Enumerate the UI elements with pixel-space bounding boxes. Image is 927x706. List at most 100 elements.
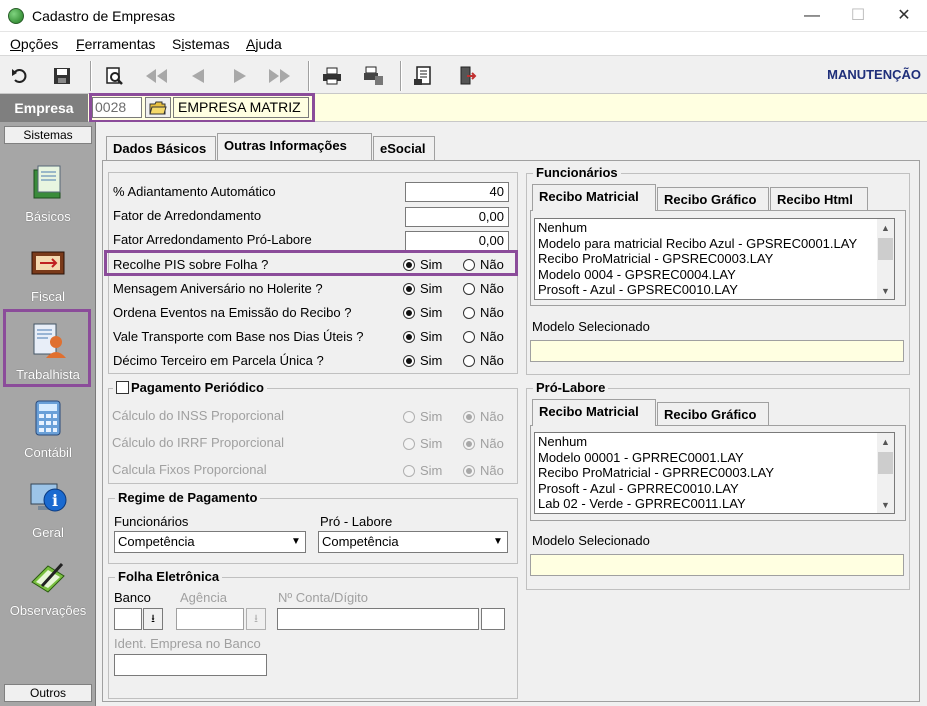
- tab-func-recibo-grafico[interactable]: Recibo Gráfico: [657, 187, 769, 211]
- trabalhista-icon: [33, 323, 66, 358]
- undo-icon[interactable]: [6, 62, 34, 90]
- radio-nao[interactable]: Não: [463, 257, 504, 272]
- list-item[interactable]: Prosoft - Azul - GPRREC0010.LAY: [538, 481, 739, 496]
- prolabore-layout-list[interactable]: Nenhum Modelo 00001 - GPRREC0001.LAY Recib…: [534, 432, 895, 514]
- sidebar-header-outros[interactable]: Outros: [4, 684, 92, 702]
- arredondamento-field[interactable]: 0,00: [405, 207, 509, 227]
- radio-sim[interactable]: Sim: [403, 281, 442, 296]
- save-icon[interactable]: [48, 62, 76, 90]
- list-item[interactable]: Nenhum: [538, 220, 587, 235]
- sidebar-item-contabil[interactable]: Contábil: [0, 394, 96, 470]
- menu-ferramentas[interactable]: Ferramentas: [76, 36, 155, 52]
- menu-sistemas[interactable]: Sistemas: [172, 36, 230, 52]
- list-item[interactable]: Recibo ProMatricial - GPSREC0003.LAY: [538, 251, 773, 266]
- radio-label: Sim: [420, 436, 443, 451]
- maximize-button[interactable]: ☐: [835, 0, 881, 32]
- radio-nao[interactable]: Não: [463, 305, 504, 320]
- list-item[interactable]: Prosoft - Azul - GPSREC0010.LAY: [538, 282, 738, 297]
- radio-label: Sim: [420, 257, 443, 272]
- radio-sim[interactable]: Sim: [403, 257, 442, 272]
- chevron-up-icon[interactable]: ▲: [877, 219, 894, 236]
- radio-nao[interactable]: Não: [463, 409, 504, 424]
- fiscal-icon: [31, 251, 65, 275]
- radio-nao[interactable]: Não: [463, 353, 504, 368]
- sidebar-item-observacoes[interactable]: Observações: [0, 552, 96, 628]
- conta-field[interactable]: [277, 608, 479, 630]
- ident-empresa-field[interactable]: [114, 654, 267, 676]
- sidebar-item-trabalhista[interactable]: Trabalhista: [0, 316, 96, 392]
- radio-sim[interactable]: Sim: [403, 305, 442, 320]
- print-icon[interactable]: [318, 62, 346, 90]
- tab-pl-recibo-matricial[interactable]: Recibo Matricial: [532, 399, 656, 426]
- chevron-down-icon[interactable]: ▼: [877, 282, 894, 299]
- regime-prolabore-select[interactable]: Competência ▼: [318, 531, 508, 553]
- arredondamento-label: Fator de Arredondamento: [113, 208, 262, 223]
- preview-icon[interactable]: [100, 62, 128, 90]
- list-item[interactable]: Lab 02 - Verde - GPRREC0011.LAY: [538, 496, 746, 511]
- last-icon: [266, 62, 294, 90]
- banco-lookup-button[interactable]: ⭳: [143, 608, 163, 630]
- empresa-label: Empresa: [0, 94, 88, 122]
- radio-sim[interactable]: Sim: [403, 353, 442, 368]
- chevron-up-icon[interactable]: ▲: [877, 433, 894, 450]
- tab-dados-basicos[interactable]: Dados Básicos: [106, 136, 216, 160]
- radio-nao[interactable]: Não: [463, 329, 504, 344]
- print-setup-icon[interactable]: [360, 62, 388, 90]
- pagamento-periodico-checkbox[interactable]: [116, 381, 129, 394]
- radio-label: Sim: [420, 353, 443, 368]
- option-label: Vale Transporte com Base nos Dias Úteis …: [113, 329, 364, 344]
- sidebar-header-sistemas[interactable]: Sistemas: [4, 126, 92, 144]
- scroll-thumb[interactable]: [878, 452, 893, 474]
- scroll-thumb[interactable]: [878, 238, 893, 260]
- radio-sim[interactable]: Sim: [403, 409, 442, 424]
- tab-pl-recibo-grafico[interactable]: Recibo Gráfico: [657, 402, 769, 426]
- menu-ajuda[interactable]: Ajuda: [246, 36, 282, 52]
- chevron-down-icon[interactable]: ▼: [877, 496, 894, 513]
- list-item[interactable]: Modelo 00001 - GPRREC0001.LAY: [538, 450, 744, 465]
- regime-prolabore-value: Competência: [322, 534, 399, 549]
- menu-opcoes[interactable]: Opções: [10, 36, 58, 52]
- regime-pagamento-title: Regime de Pagamento: [115, 490, 261, 505]
- pl-list-scrollbar[interactable]: ▲ ▼: [877, 433, 894, 513]
- radio-dot: [403, 282, 415, 295]
- agencia-lookup-button[interactable]: ⭳: [246, 608, 266, 630]
- sidebar-item-fiscal[interactable]: Fiscal: [0, 238, 96, 314]
- radio-sim[interactable]: Sim: [403, 329, 442, 344]
- tab-func-recibo-matricial[interactable]: Recibo Matricial: [532, 184, 656, 211]
- report-icon[interactable]: [410, 62, 438, 90]
- minimize-button[interactable]: —: [789, 0, 835, 32]
- digito-field[interactable]: [481, 608, 505, 630]
- func-list-scrollbar[interactable]: ▲ ▼: [877, 219, 894, 299]
- list-item[interactable]: Nenhum: [538, 434, 587, 449]
- tab-esocial[interactable]: eSocial: [373, 136, 435, 160]
- sidebar-item-geral[interactable]: i Geral: [0, 474, 96, 550]
- sidebar-item-basicos[interactable]: Básicos: [0, 158, 96, 234]
- arredondamento-pl-field[interactable]: 0,00: [405, 231, 509, 251]
- option-label: Mensagem Aniversário no Holerite ?: [113, 281, 323, 296]
- radio-nao[interactable]: Não: [463, 463, 504, 478]
- adiantamento-field[interactable]: 40: [405, 182, 509, 202]
- tab-outras-informacoes[interactable]: Outras Informações: [217, 133, 372, 160]
- prolabore-title: Pró-Labore: [533, 380, 609, 395]
- exit-icon[interactable]: [452, 62, 480, 90]
- conta-label: Nº Conta/Dígito: [278, 590, 369, 605]
- list-item[interactable]: Modelo para matricial Recibo Azul - GPSR…: [538, 236, 857, 251]
- tab-func-recibo-html[interactable]: Recibo Html: [770, 187, 868, 211]
- radio-label: Sim: [420, 463, 443, 478]
- agencia-label: Agência: [180, 590, 227, 605]
- open-folder-button[interactable]: [145, 97, 171, 118]
- regime-funcionarios-select[interactable]: Competência ▼: [114, 531, 306, 553]
- empresa-code-field[interactable]: 0028: [92, 97, 142, 118]
- radio-sim[interactable]: Sim: [403, 463, 442, 478]
- empresa-name-field[interactable]: EMPRESA MATRIZ: [173, 97, 309, 118]
- close-button[interactable]: ✕: [881, 0, 927, 32]
- funcionarios-layout-list[interactable]: Nenhum Modelo para matricial Recibo Azul …: [534, 218, 895, 300]
- agencia-field[interactable]: [176, 608, 244, 630]
- radio-nao[interactable]: Não: [463, 436, 504, 451]
- list-item[interactable]: Recibo ProMatricial - GPRREC0003.LAY: [538, 465, 774, 480]
- banco-field[interactable]: [114, 608, 142, 630]
- radio-nao[interactable]: Não: [463, 281, 504, 296]
- sidebar-item-label: Observações: [9, 603, 87, 618]
- radio-sim[interactable]: Sim: [403, 436, 442, 451]
- list-item[interactable]: Modelo 0004 - GPSREC0004.LAY: [538, 267, 736, 282]
